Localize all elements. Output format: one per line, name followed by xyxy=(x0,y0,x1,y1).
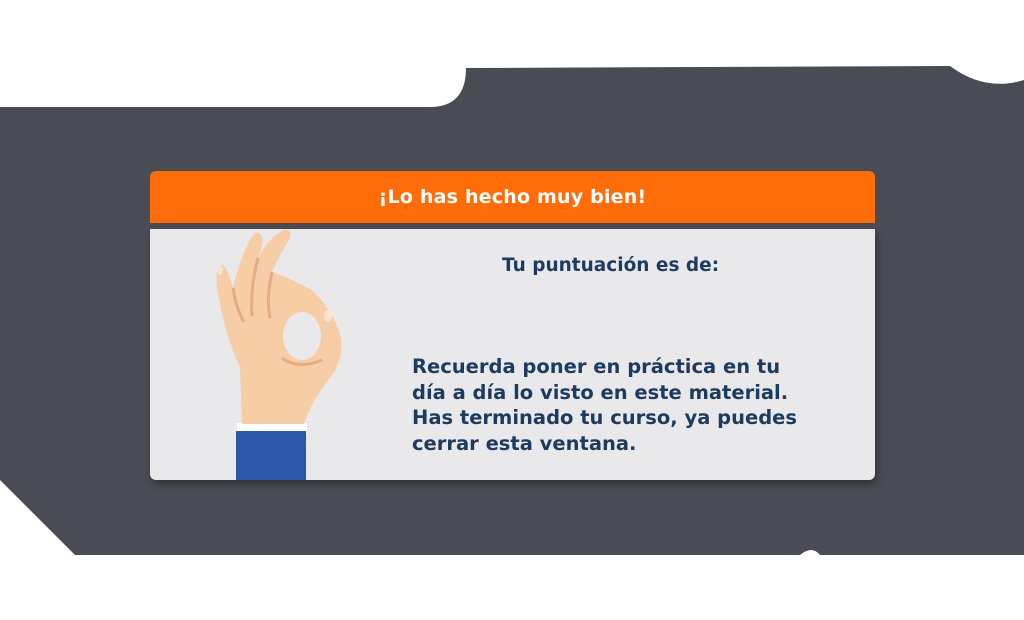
message-line: día a día lo visto en este material. xyxy=(412,380,789,404)
message-line: Has terminado tu curso, ya puedes xyxy=(412,406,797,429)
completion-message: Recuerda poner en práctica en tu día a d… xyxy=(412,354,842,456)
dialog-header: ¡Lo has hecho muy bien! xyxy=(150,171,875,223)
ok-hand-icon xyxy=(200,218,360,484)
dialog-title: ¡Lo has hecho muy bien! xyxy=(378,186,647,208)
message-line: Recuerda poner en práctica en tu xyxy=(412,355,781,378)
completion-screen: ¡Lo has hecho muy bien! Tu puntuación es… xyxy=(0,0,1024,620)
message-line: cerrar esta ventana. xyxy=(412,431,637,455)
score-label: Tu puntuación es de: xyxy=(502,255,720,276)
